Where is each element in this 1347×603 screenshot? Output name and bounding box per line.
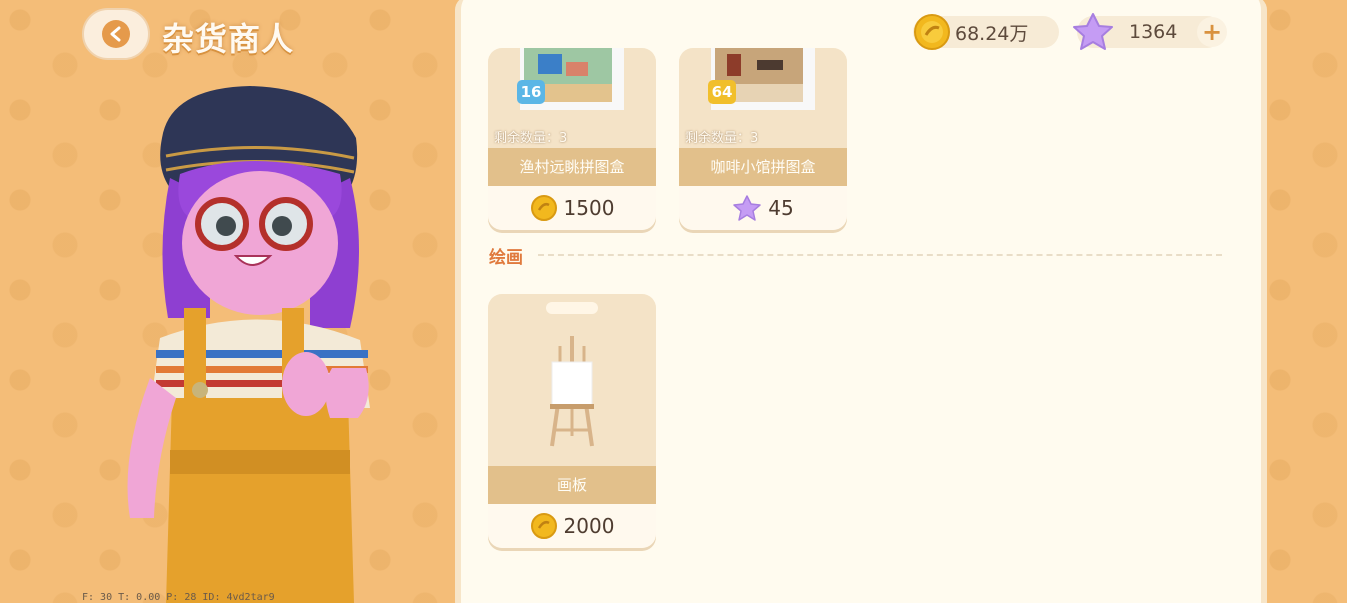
price-row: 2000 — [488, 504, 656, 548]
shop-item-card[interactable]: 64 剩余数量：3 咖啡小馆拼图盒 45 — [679, 48, 847, 230]
star-icon — [733, 195, 762, 221]
star-balance: 1364 + — [1073, 13, 1227, 50]
remaining-quantity: 剩余数量：3 — [494, 131, 568, 146]
shop-item-card[interactable]: 16 剩余数量：3 渔村远眺拼图盒 1500 — [488, 48, 656, 230]
item-picture: 64 剩余数量：3 — [679, 48, 847, 148]
section-label-painting: 绘画 — [489, 248, 523, 268]
debug-overlay-text: F: 30 T: 0.00 P: 28 ID: 4vd2tar9 — [82, 592, 275, 603]
price-row: 45 — [679, 186, 847, 230]
level-badge: 64 — [708, 80, 736, 104]
merchant-pane: 杂货商人 F: 30 T: 0.00 P: 28 ID: 4vd2tar9 — [0, 0, 455, 603]
star-icon — [1073, 13, 1113, 50]
remaining-quantity: 剩余数量：3 — [685, 131, 759, 146]
chevron-left-icon — [102, 20, 130, 48]
item-price: 2000 — [563, 514, 615, 538]
back-button[interactable] — [82, 8, 150, 60]
coin-balance-value: 68.24万 — [955, 22, 1029, 45]
item-picture: 16 剩余数量：3 — [488, 48, 656, 148]
item-name: 渔村远眺拼图盒 — [488, 148, 656, 186]
easel-image — [550, 336, 594, 447]
currency-bar: 68.24万 1364 + — [913, 13, 1227, 50]
card-hanger — [546, 302, 598, 314]
item-name: 画板 — [488, 466, 656, 504]
item-price: 1500 — [563, 196, 615, 220]
coin-icon — [914, 14, 950, 50]
section-divider — [538, 254, 1222, 256]
level-value: 64 — [711, 83, 733, 101]
shop-item-card[interactable]: 画板 2000 — [488, 294, 656, 548]
merchant-character-illustration — [127, 86, 370, 603]
level-badge: 16 — [517, 80, 545, 104]
coin-balance: 68.24万 — [913, 14, 1059, 50]
add-stars-button[interactable]: + — [1197, 17, 1227, 47]
item-picture — [488, 294, 656, 466]
shop-panel: 68.24万 1364 + 16 剩余数量：3 渔村远眺拼图盒 1500 64 … — [455, 0, 1267, 603]
item-name: 咖啡小馆拼图盒 — [679, 148, 847, 186]
star-balance-value: 1364 — [1129, 21, 1178, 43]
item-price: 45 — [768, 196, 794, 220]
coin-icon — [530, 513, 557, 539]
coin-icon — [530, 195, 557, 221]
level-value: 16 — [520, 83, 542, 101]
price-row: 1500 — [488, 186, 656, 230]
page-title: 杂货商人 — [162, 20, 295, 58]
